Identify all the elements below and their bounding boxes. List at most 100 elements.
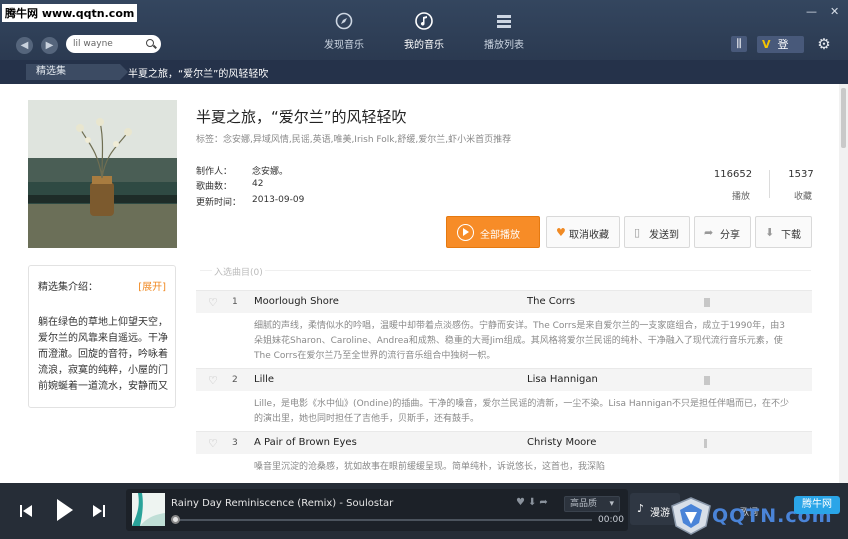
heart-icon: ♥ [556, 226, 566, 239]
tab-discover-music[interactable]: 发现音乐 [309, 12, 379, 51]
song-title[interactable]: Moorlough Shore [254, 296, 339, 307]
share-button[interactable]: ➦ 分享 [694, 216, 751, 248]
play-count: 116652 [713, 169, 753, 180]
play-count-label: 播放 [731, 192, 750, 202]
song-row[interactable]: ♡ 1 Moorlough Shore The Corrs [196, 290, 812, 313]
gear-icon[interactable]: ⚙ [816, 36, 832, 52]
breadcrumb: 精选集 半夏之旅，“爱尔兰”的风轻轻吹 [0, 60, 848, 84]
intro-text: 躺在绿色的草地上仰望天空，爱尔兰的风靠来自遥远。干净而澄澈。回旋的音符，吟咏着流… [38, 317, 168, 392]
song-artist[interactable]: Lisa Hannigan [527, 374, 598, 385]
playlist-page: 精选集介绍： [展开] 躺在绿色的草地上仰望天空，爱尔兰的风靠来自遥远。干净而澄… [0, 84, 848, 483]
equalizer-button[interactable]: ⫼ [731, 36, 747, 52]
tab-label: 播放列表 [484, 40, 524, 51]
unfavorite-button[interactable]: ♥ 取消收藏 [546, 216, 620, 248]
search-box[interactable] [66, 35, 161, 53]
tab-playlist[interactable]: 播放列表 [469, 12, 539, 51]
phone-icon: ▯ [634, 226, 641, 239]
heart-icon[interactable]: ♡ [208, 374, 218, 387]
previous-icon[interactable] [20, 503, 34, 519]
section-label: 入选曲目(0) [212, 265, 265, 278]
search-icon[interactable] [146, 39, 154, 47]
song-row[interactable]: ♡ 2 Lille Lisa Hannigan [196, 368, 812, 391]
download-icon[interactable]: ⬇ [528, 497, 539, 508]
scrollbar[interactable] [839, 84, 848, 483]
music-note-icon [415, 12, 433, 30]
song-artist[interactable]: Christy Moore [527, 437, 596, 448]
download-button[interactable]: ⬇ 下载 [755, 216, 812, 248]
playback-time: 00:00 [598, 515, 624, 525]
intro-expand-link[interactable]: [展开] [138, 278, 166, 293]
search-input[interactable] [73, 37, 141, 51]
play-icon[interactable] [57, 499, 75, 521]
now-playing-actions: ♥⬇➦ [516, 497, 551, 508]
progress-knob[interactable] [171, 515, 180, 524]
song-count-value: 42 [252, 179, 264, 189]
song-more-icon[interactable] [704, 376, 710, 385]
heart-icon[interactable]: ♡ [208, 437, 218, 450]
song-more-icon[interactable] [704, 439, 707, 448]
intro-card: 精选集介绍： [展开] 躺在绿色的草地上仰望天空，爱尔兰的风靠来自遥远。干净而澄… [28, 265, 176, 408]
minimize-icon[interactable]: — [806, 5, 817, 18]
play-circle-icon [457, 224, 474, 241]
share-icon: ➦ [704, 226, 714, 239]
song-artist[interactable]: The Corrs [527, 296, 575, 307]
unfavorite-label: 取消收藏 [569, 230, 609, 241]
cover-image [28, 100, 177, 248]
creator-label: 制作人： [196, 167, 233, 177]
list-icon [497, 15, 511, 28]
heart-icon[interactable]: ♡ [208, 296, 218, 309]
download-icon: ⬇ [765, 226, 775, 239]
song-more-icon[interactable] [704, 298, 710, 307]
login-button[interactable]: V登 [757, 36, 804, 53]
send-to-label: 发送到 [649, 230, 679, 241]
playlist-tags: 标签：念安娜,异域风情,民谣,英语,唯美,Irish Folk,舒缓,爱尔兰,虾… [196, 135, 512, 145]
roam-label: 漫游 [650, 508, 670, 519]
song-description: Lille，是电影《水中仙》(Ondine)的插曲。干净的嗓音，爱尔兰民谣的清新… [196, 391, 812, 431]
share-icon[interactable]: ➦ [539, 497, 550, 508]
equalizer-icon: ⫼ [736, 37, 742, 50]
song-index: 1 [232, 297, 238, 307]
now-playing: Rainy Day Reminiscence (Remix) - Soulost… [126, 489, 628, 531]
favorite-count-label: 收藏 [793, 192, 812, 202]
song-description: 嗓音里沉淀的沧桑感，犹如故事在眼前缓缓呈现。简单纯朴，诉说悠长，这首也，我深陷 [196, 454, 812, 479]
intro-heading: 精选集介绍： [38, 282, 98, 293]
stat-divider [769, 170, 770, 198]
playlist-cover [28, 100, 177, 248]
song-index: 2 [232, 375, 238, 385]
brand-badge: 腾牛网 [794, 496, 840, 514]
watermark: 腾牛网 www.qqtn.com [2, 4, 138, 22]
send-to-button[interactable]: ▯ 发送到 [624, 216, 690, 248]
download-label: 下载 [781, 230, 801, 241]
compass-icon [335, 12, 353, 30]
song-row[interactable]: ♡ 3 A Pair of Brown Eyes Christy Moore [196, 431, 812, 454]
tab-my-music[interactable]: 我的音乐 [389, 12, 459, 51]
scrollbar-thumb[interactable] [841, 88, 846, 148]
song-title[interactable]: Lille [254, 374, 274, 385]
song-title[interactable]: A Pair of Brown Eyes [254, 437, 357, 448]
playlist-title: 半夏之旅，“爱尔兰”的风轻轻吹 [196, 108, 407, 126]
top-bar: 腾牛网 www.qqtn.com ◀ ▶ 发现音乐 我的音乐 播放列表 ⫼ V登… [0, 0, 848, 60]
breadcrumb-current: 半夏之旅，“爱尔兰”的风轻轻吹 [128, 69, 269, 80]
now-playing-title: Rainy Day Reminiscence (Remix) - Soulost… [171, 498, 394, 509]
tab-label: 我的音乐 [404, 40, 444, 51]
play-all-button[interactable]: 全部播放 [446, 216, 540, 248]
updated-label: 更新时间： [196, 198, 242, 208]
heart-icon[interactable]: ♥ [516, 497, 528, 508]
song-index: 3 [232, 438, 238, 448]
next-icon[interactable] [93, 503, 107, 519]
breadcrumb-section[interactable]: 精选集 [26, 64, 128, 80]
vip-icon: V [762, 38, 771, 51]
forward-button[interactable]: ▶ [41, 37, 58, 54]
quality-select[interactable]: 高品质 [564, 496, 620, 512]
back-button[interactable]: ◀ [16, 37, 33, 54]
creator-value[interactable]: 念安娜。 [252, 164, 288, 177]
close-icon[interactable]: ✕ [830, 5, 839, 18]
song-count-label: 歌曲数： [196, 182, 233, 192]
section-divider [200, 270, 811, 271]
qqtn-logo-icon [671, 497, 711, 535]
updated-value: 2013-09-09 [252, 195, 305, 205]
progress-bar[interactable] [171, 515, 592, 524]
album-art-image [132, 493, 165, 526]
now-playing-artwork[interactable] [132, 493, 165, 526]
music-note-icon: ♪ [637, 502, 645, 515]
